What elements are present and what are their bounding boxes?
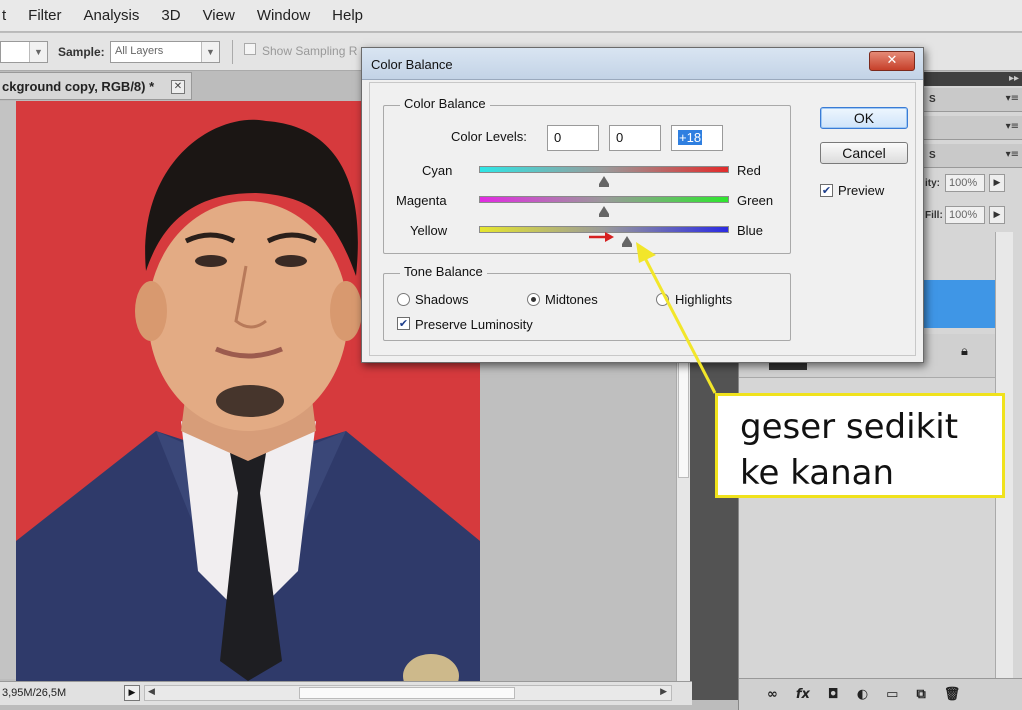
canvas-horizontal-scrollbar[interactable]: ◀ ▶ <box>144 685 672 701</box>
close-icon[interactable]: ✕ <box>869 51 915 71</box>
level-input-cyan-red[interactable]: 0 <box>547 125 599 151</box>
dialog-titlebar[interactable]: Color Balance ✕ <box>362 48 923 80</box>
adjustment-layer-icon[interactable]: ◐ <box>857 687 868 702</box>
annotation-line-2: ke kanan <box>740 453 895 493</box>
menu-item-filter[interactable]: Filter <box>28 7 61 24</box>
preserve-luminosity-label: Preserve Luminosity <box>415 317 533 332</box>
panel-tab-label[interactable]: S <box>929 150 936 161</box>
slider-label-red: Red <box>737 163 761 178</box>
document-size-readout: 3,95M/26,5M <box>2 687 67 699</box>
cancel-button[interactable]: Cancel <box>820 142 908 164</box>
menu-bar: t Filter Analysis 3D View Window Help <box>0 0 1022 32</box>
panel-menu-icon[interactable]: ▾≡ <box>1006 121 1019 132</box>
highlights-radio[interactable] <box>656 293 669 306</box>
midtones-label: Midtones <box>545 292 598 307</box>
status-bar: 3,95M/26,5M ▶ ◀ ▶ <box>0 681 692 705</box>
scrollbar-thumb[interactable] <box>299 687 515 699</box>
level-input-magenta-green[interactable]: 0 <box>609 125 661 151</box>
panel-tab-label[interactable]: S <box>929 94 936 105</box>
slider-label-magenta: Magenta <box>396 193 447 208</box>
status-menu-arrow-icon[interactable]: ▶ <box>124 685 140 701</box>
fill-label: Fill: <box>925 210 943 221</box>
cyan-red-slider-thumb[interactable] <box>599 176 609 187</box>
dialog-body: Color Balance Color Levels: 0 0 +18 Cyan… <box>369 82 916 356</box>
new-layer-icon[interactable]: ⧉ <box>916 687 925 702</box>
layer-style-icon[interactable]: fx <box>796 687 810 702</box>
slider-label-blue: Blue <box>737 223 764 238</box>
menu-item-3d[interactable]: 3D <box>161 7 180 24</box>
preview-label: Preview <box>838 183 885 198</box>
document-tab[interactable]: ckground copy, RGB/8) * ✕ <box>0 72 192 100</box>
scroll-right-icon[interactable]: ▶ <box>660 687 667 697</box>
sample-size-select[interactable]: ▼ <box>0 41 48 63</box>
show-sampling-checkbox[interactable] <box>244 43 256 55</box>
cyan-red-slider[interactable] <box>479 166 729 173</box>
layers-footer: ∞ fx ◘ ◐ ▭ ⧉ 🗑︎ <box>739 678 1022 710</box>
slider-label-green: Green <box>737 193 774 208</box>
canvas-background <box>480 361 676 681</box>
annotation-line-1: geser sedikit <box>740 407 959 447</box>
level-value: 0 <box>616 130 624 145</box>
highlights-label: Highlights <box>675 292 733 307</box>
color-levels-label: Color Levels: <box>451 129 527 144</box>
sample-label: Sample: <box>58 45 105 59</box>
shadows-label: Shadows <box>415 292 469 307</box>
delete-layer-icon[interactable]: 🗑︎ <box>944 687 961 702</box>
menu-item-truncated[interactable]: t <box>2 7 6 24</box>
menu-item-window[interactable]: Window <box>257 7 310 24</box>
opacity-input[interactable]: 100% <box>945 174 985 192</box>
level-value: 0 <box>554 130 562 145</box>
new-group-icon[interactable]: ▭ <box>886 687 898 702</box>
tone-balance-group-label: Tone Balance <box>400 264 487 279</box>
opacity-label: ity: <box>925 178 940 189</box>
midtones-radio[interactable] <box>527 293 540 306</box>
menu-item-analysis[interactable]: Analysis <box>84 7 140 24</box>
link-layers-icon[interactable]: ∞ <box>767 687 778 702</box>
add-mask-icon[interactable]: ◘ <box>828 687 839 702</box>
lock-icon: 🔒︎ <box>961 344 968 359</box>
close-icon[interactable]: ✕ <box>171 80 185 94</box>
color-balance-group-label: Color Balance <box>400 96 490 111</box>
yellow-blue-slider-thumb[interactable] <box>621 236 632 247</box>
fill-input[interactable]: 100% <box>945 206 985 224</box>
menu-item-view[interactable]: View <box>203 7 235 24</box>
scroll-left-icon[interactable]: ◀ <box>148 687 155 697</box>
level-input-yellow-blue[interactable]: +18 <box>671 125 723 151</box>
slider-label-cyan: Cyan <box>422 163 453 178</box>
preserve-luminosity-checkbox[interactable]: ✔ <box>397 317 410 330</box>
opacity-arrow-icon[interactable]: ▶ <box>989 174 1005 192</box>
expand-icon[interactable]: ▸▸ <box>1009 73 1019 84</box>
sample-select-value: All Layers <box>115 45 164 57</box>
show-sampling-label: Show Sampling R <box>262 44 358 58</box>
options-separator <box>232 40 233 64</box>
dialog-title: Color Balance <box>371 57 453 72</box>
preview-checkbox[interactable]: ✔ <box>820 184 833 197</box>
annotation-callout: geser sedikit ke kanan <box>715 393 1005 498</box>
chevron-down-icon: ▼ <box>29 42 47 62</box>
panel-menu-icon[interactable]: ▾≡ <box>1006 93 1019 104</box>
chevron-down-icon: ▼ <box>201 42 219 62</box>
fill-arrow-icon[interactable]: ▶ <box>989 206 1005 224</box>
panel-menu-icon[interactable]: ▾≡ <box>1006 149 1019 160</box>
magenta-green-slider[interactable] <box>479 196 729 203</box>
level-value: +18 <box>678 130 703 145</box>
menu-item-help[interactable]: Help <box>332 7 363 24</box>
shadows-radio[interactable] <box>397 293 410 306</box>
document-tab-label: ckground copy, RGB/8) * <box>2 78 155 94</box>
ok-button[interactable]: OK <box>820 107 908 129</box>
yellow-blue-slider[interactable] <box>479 226 729 233</box>
magenta-green-slider-thumb[interactable] <box>599 206 609 217</box>
color-balance-dialog: Color Balance ✕ Color Balance Color Leve… <box>361 47 924 363</box>
slider-label-yellow: Yellow <box>410 223 448 238</box>
sample-select[interactable]: All Layers ▼ <box>110 41 220 63</box>
